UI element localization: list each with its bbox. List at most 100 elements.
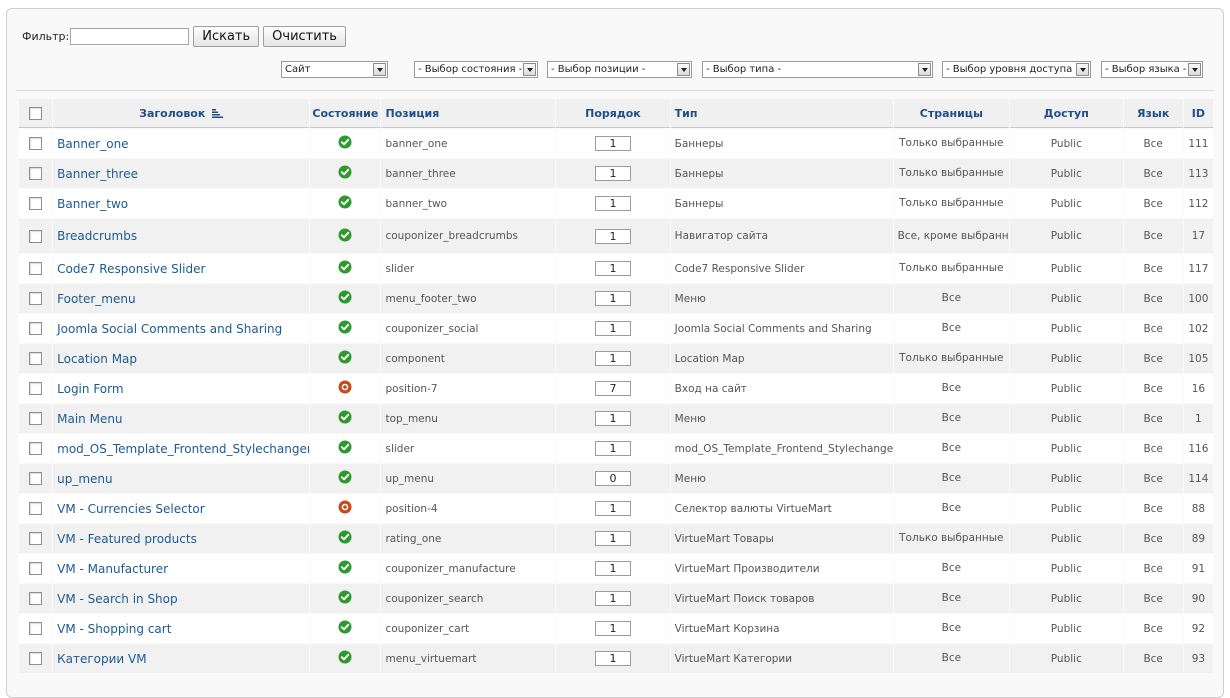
row-checkbox[interactable] <box>29 442 43 455</box>
order-input[interactable]: 1 <box>594 261 631 276</box>
row-checkbox[interactable] <box>29 197 43 210</box>
published-check-icon[interactable] <box>338 530 352 547</box>
published-check-icon[interactable] <box>338 195 352 212</box>
row-checkbox[interactable] <box>29 352 43 365</box>
site-select[interactable]: Сайт <box>281 61 388 78</box>
module-title-link[interactable]: mod_OS_Template_Frontend_Stylechanger <box>57 442 309 456</box>
module-title-link[interactable]: VM - Manufacturer <box>57 562 168 576</box>
order-input[interactable]: 1 <box>594 228 631 244</box>
search-button[interactable]: Искать <box>193 25 260 47</box>
published-check-icon[interactable] <box>338 290 352 307</box>
order-input[interactable]: 1 <box>594 166 631 181</box>
row-checkbox[interactable] <box>29 502 43 515</box>
column-type[interactable]: Тип <box>670 99 893 128</box>
published-check-icon[interactable] <box>338 650 352 667</box>
unpublished-icon[interactable] <box>338 380 352 397</box>
published-check-icon[interactable] <box>338 560 352 577</box>
row-checkbox[interactable] <box>29 472 43 485</box>
published-check-icon[interactable] <box>338 620 352 637</box>
filter-input[interactable] <box>70 27 190 45</box>
module-title-link[interactable]: Категории VM <box>57 652 146 666</box>
order-input[interactable]: 1 <box>594 291 631 306</box>
column-id[interactable]: ID <box>1183 99 1213 128</box>
published-check-icon[interactable] <box>338 470 352 487</box>
module-title-link[interactable]: Code7 Responsive Slider <box>57 262 205 276</box>
row-checkbox[interactable] <box>29 229 43 243</box>
type-select[interactable]: - Выбор типа - <box>702 61 933 78</box>
pages-cell: Только выбранные <box>893 189 1010 218</box>
order-input[interactable]: 1 <box>594 196 631 211</box>
published-check-icon[interactable] <box>338 320 352 337</box>
order-input[interactable]: 1 <box>594 501 631 516</box>
table-row: VM - Search in Shop couponizer_search 1 Vir… <box>19 584 1213 613</box>
row-checkbox[interactable] <box>29 532 43 545</box>
module-title-link[interactable]: up_menu <box>57 472 113 486</box>
module-title-link[interactable]: Banner_three <box>57 167 138 181</box>
module-title-link[interactable]: Breadcrumbs <box>57 229 137 243</box>
order-input[interactable]: 1 <box>594 441 631 456</box>
unpublished-icon[interactable] <box>338 500 352 517</box>
language-cell: Все <box>1123 494 1183 523</box>
state-cell <box>310 494 381 523</box>
position-select[interactable]: - Выбор позиции - <box>547 61 692 78</box>
row-checkbox[interactable] <box>29 137 43 150</box>
column-access[interactable]: Доступ <box>1010 99 1123 128</box>
column-state[interactable]: Состояние <box>310 99 381 128</box>
module-title-link[interactable]: VM - Currencies Selector <box>57 502 205 516</box>
module-title-link[interactable]: Joomla Social Comments and Sharing <box>57 322 282 336</box>
column-order[interactable]: Порядок <box>556 99 670 128</box>
order-input[interactable]: 1 <box>594 531 631 546</box>
published-check-icon[interactable] <box>338 228 352 245</box>
select-all-checkbox[interactable] <box>29 106 43 120</box>
state-cell <box>310 404 381 433</box>
row-checkbox[interactable] <box>29 562 43 575</box>
order-input[interactable]: 1 <box>594 321 631 336</box>
title-cell: VM - Shopping cart <box>53 614 310 643</box>
column-title[interactable]: Заголовок <box>53 99 310 128</box>
pages-cell: Все <box>893 464 1010 493</box>
row-checkbox[interactable] <box>29 322 43 335</box>
module-title-link[interactable]: Banner_two <box>57 197 128 211</box>
column-language[interactable]: Язык <box>1123 99 1183 128</box>
published-check-icon[interactable] <box>338 440 352 457</box>
order-input[interactable]: 1 <box>594 411 631 426</box>
published-check-icon[interactable] <box>338 350 352 367</box>
access-select[interactable]: - Выбор уровня доступа - <box>942 61 1091 78</box>
module-title-link[interactable]: Banner_one <box>57 137 128 151</box>
module-title-link[interactable]: VM - Search in Shop <box>57 592 178 606</box>
module-title-link[interactable]: Footer_menu <box>57 292 135 306</box>
row-checkbox[interactable] <box>29 412 43 425</box>
order-input[interactable]: 1 <box>594 651 631 666</box>
clear-button[interactable]: Очистить <box>263 25 346 47</box>
row-checkbox[interactable] <box>29 167 43 180</box>
module-title-link[interactable]: VM - Shopping cart <box>57 622 171 636</box>
row-checkbox[interactable] <box>29 382 43 395</box>
access-cell: Public <box>1010 189 1123 218</box>
published-check-icon[interactable] <box>338 410 352 427</box>
published-check-icon[interactable] <box>338 590 352 607</box>
order-input[interactable]: 0 <box>594 471 631 486</box>
module-title-link[interactable]: VM - Featured products <box>57 532 197 546</box>
order-input[interactable]: 1 <box>594 561 631 576</box>
column-pages[interactable]: Страницы <box>893 99 1010 128</box>
published-check-icon[interactable] <box>338 165 352 182</box>
order-input[interactable]: 1 <box>594 591 631 606</box>
row-checkbox[interactable] <box>29 622 43 635</box>
language-select[interactable]: - Выбор языка - <box>1101 61 1203 78</box>
row-checkbox[interactable] <box>29 652 43 665</box>
module-title-link[interactable]: Location Map <box>57 352 137 366</box>
order-input[interactable]: 1 <box>594 136 631 151</box>
order-input[interactable]: 1 <box>594 621 631 636</box>
state-select-value: - Выбор состояния - <box>418 64 523 75</box>
row-checkbox[interactable] <box>29 262 43 275</box>
row-checkbox[interactable] <box>29 292 43 305</box>
order-input[interactable]: 1 <box>594 351 631 366</box>
module-title-link[interactable]: Login Form <box>57 382 123 396</box>
row-checkbox[interactable] <box>29 592 43 605</box>
column-position[interactable]: Позиция <box>381 99 556 128</box>
state-select[interactable]: - Выбор состояния - <box>414 61 538 78</box>
published-check-icon[interactable] <box>338 135 352 152</box>
module-title-link[interactable]: Main Menu <box>57 412 122 426</box>
order-input[interactable]: 7 <box>594 381 631 396</box>
published-check-icon[interactable] <box>338 260 352 277</box>
